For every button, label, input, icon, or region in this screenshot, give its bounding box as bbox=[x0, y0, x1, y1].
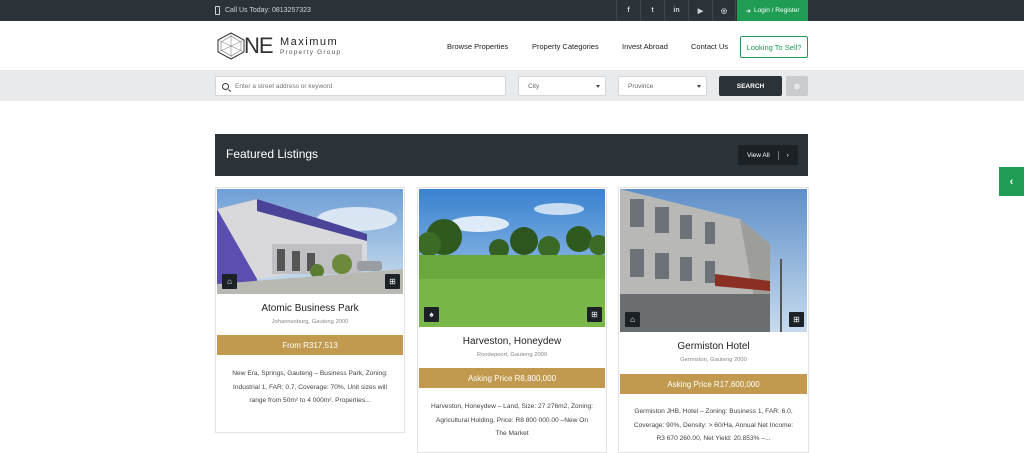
listing-card[interactable]: ⌂ ⊞ Germiston Hotel Germiston, Gauteng 2… bbox=[618, 187, 809, 453]
city-select[interactable]: City bbox=[518, 76, 606, 96]
listing-location: Germiston, Gauteng 2000 bbox=[680, 357, 747, 363]
search-button[interactable]: SEARCH bbox=[719, 76, 782, 96]
view-all-label: View All bbox=[747, 151, 770, 159]
listing-photo[interactable]: ⌂ ⊞ bbox=[217, 189, 403, 294]
login-register-button[interactable]: ➜ Login / Register bbox=[737, 0, 808, 21]
listing-name[interactable]: Atomic Business Park bbox=[216, 303, 404, 314]
search-icon bbox=[222, 82, 229, 90]
facebook-icon[interactable]: f bbox=[616, 0, 640, 21]
youtube-icon[interactable]: ▶ bbox=[688, 0, 712, 21]
logo-sub: Property Group bbox=[280, 49, 342, 56]
tree-icon: ♠ bbox=[424, 307, 439, 322]
chevron-down-icon bbox=[697, 85, 701, 88]
chevron-down-icon bbox=[596, 85, 600, 88]
listing-price: From R317,513 bbox=[217, 335, 403, 355]
listing-price: Asking Price R17,600,000 bbox=[620, 374, 807, 394]
province-select-label: Province bbox=[628, 82, 654, 90]
logo-word: Maximum bbox=[280, 36, 339, 48]
social-links: f t in ▶ ◎ bbox=[616, 0, 736, 21]
view-all-button[interactable]: View All › bbox=[738, 145, 798, 165]
listing-location: Roodepoort, Gauteng 2000 bbox=[476, 352, 548, 358]
listing-name[interactable]: Harveston, Honeydew bbox=[418, 336, 606, 347]
listing-price: Asking Price R8,800,000 bbox=[419, 368, 605, 388]
logo-ne: NE bbox=[244, 33, 274, 58]
search-input[interactable]: Enter a street address or keyword bbox=[215, 76, 506, 96]
linkedin-icon[interactable]: in bbox=[664, 0, 688, 21]
featured-title: Featured Listings bbox=[226, 147, 319, 161]
home-icon: ⌂ bbox=[625, 312, 640, 327]
twitter-icon[interactable]: t bbox=[640, 0, 664, 21]
top-bar: Call Us Today: 0813257323 f t in ▶ ◎ ➜ L… bbox=[0, 0, 1024, 21]
gallery-icon[interactable]: ⊞ bbox=[385, 274, 400, 289]
listing-description: Germiston JHB, Hotel – Zoning: Business … bbox=[633, 408, 794, 442]
business-park-image bbox=[217, 189, 403, 294]
nav-property-categories[interactable]: Property Categories bbox=[532, 42, 599, 51]
chevron-right-icon: › bbox=[786, 151, 789, 159]
listing-card[interactable]: ⌂ ⊞ Atomic Business Park Johannesburg, G… bbox=[215, 187, 405, 433]
sign-in-icon: ➜ bbox=[745, 7, 751, 15]
login-register-label: Login / Register bbox=[753, 7, 800, 14]
chevron-left-icon: ‹ bbox=[1009, 175, 1014, 188]
nav-browse-properties[interactable]: Browse Properties bbox=[447, 42, 508, 51]
reset-button[interactable]: ⊗ bbox=[786, 76, 808, 96]
gallery-icon[interactable]: ⊞ bbox=[587, 307, 602, 322]
logo[interactable]: NE Maximum Property Group bbox=[216, 32, 361, 60]
gallery-icon[interactable]: ⊞ bbox=[789, 312, 804, 327]
featured-listings-header: Featured Listings View All › bbox=[215, 134, 808, 176]
side-panel-toggle[interactable]: ‹ bbox=[999, 167, 1024, 196]
listing-description: Harveston, Honeydew – Land, Size: 27 276… bbox=[430, 403, 593, 437]
looking-to-sell-button[interactable]: Looking To Sell? bbox=[740, 36, 808, 58]
province-select[interactable]: Province bbox=[618, 76, 707, 96]
instagram-icon[interactable]: ◎ bbox=[712, 0, 736, 21]
reset-icon: ⊗ bbox=[793, 81, 801, 91]
nav-invest-abroad[interactable]: Invest Abroad bbox=[622, 42, 668, 51]
search-placeholder: Enter a street address or keyword bbox=[235, 82, 333, 90]
phone-icon bbox=[215, 6, 220, 15]
nav-contact-us[interactable]: Contact Us bbox=[691, 42, 728, 51]
call-us-text: Call Us Today: 0813257323 bbox=[225, 7, 311, 14]
listing-photo[interactable]: ⌂ ⊞ bbox=[620, 189, 807, 332]
hotel-image bbox=[620, 189, 807, 332]
divider bbox=[777, 150, 779, 160]
listing-location: Johannesburg, Gauteng 2000 bbox=[271, 319, 349, 325]
search-bar: Enter a street address or keyword City P… bbox=[0, 70, 1024, 101]
call-us: Call Us Today: 0813257323 bbox=[215, 0, 311, 21]
listing-description: New Era, Springs, Gauteng – Business Par… bbox=[232, 370, 388, 404]
listing-name[interactable]: Germiston Hotel bbox=[619, 341, 808, 352]
listing-card[interactable]: ♠ ⊞ Harveston, Honeydew Roodepoort, Gaut… bbox=[417, 187, 607, 453]
listing-photo[interactable]: ♠ ⊞ bbox=[419, 189, 605, 327]
home-icon: ⌂ bbox=[222, 274, 237, 289]
city-select-label: City bbox=[528, 82, 540, 90]
site-header: NE Maximum Property Group Browse Propert… bbox=[0, 21, 1024, 70]
land-image bbox=[419, 189, 605, 327]
logo-mark-icon bbox=[217, 32, 245, 60]
